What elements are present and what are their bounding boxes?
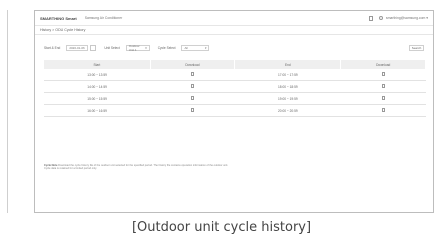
- end-time-cell: 19:00 ~ 19:59: [234, 92, 341, 105]
- figure-caption: [Outdoor unit cycle history]: [131, 220, 312, 235]
- period-label: Start & End: [44, 46, 61, 50]
- account-menu[interactable]: smarthing@samsung.com ▾: [378, 16, 428, 20]
- end-time-cell: 20:00 ~ 20:59: [234, 104, 341, 117]
- screenshot-frame: SMARTHING Smart Samsung Air Conditioner …: [34, 10, 434, 213]
- filter-bar: Start & End 2020-01-06 Unit Select Outdo…: [35, 41, 433, 55]
- search-button[interactable]: Search: [409, 45, 424, 51]
- download-cell[interactable]: [340, 104, 426, 117]
- download-file-icon[interactable]: [190, 96, 194, 100]
- brand-logo[interactable]: SMARTHING Smart: [40, 16, 77, 21]
- start-time-cell: 15:00 ~ 15:59: [44, 92, 151, 105]
- column-header: Download: [340, 60, 426, 69]
- top-bar: SMARTHING Smart Samsung Air Conditioner …: [35, 11, 433, 25]
- calendar-icon[interactable]: [90, 45, 97, 51]
- cycle-history-table: Start Download End Download 13:00 ~ 13:5…: [44, 60, 426, 117]
- download-cell[interactable]: [150, 80, 235, 93]
- end-time-cell: 17:00 ~ 17:59: [234, 69, 341, 81]
- start-time-cell: 13:00 ~ 13:59: [44, 69, 151, 81]
- download-cell[interactable]: [150, 69, 235, 81]
- download-cell[interactable]: [150, 92, 235, 105]
- download-cell[interactable]: [340, 92, 426, 105]
- download-cell[interactable]: [340, 69, 426, 81]
- column-header: Download: [150, 60, 236, 69]
- download-file-icon[interactable]: [381, 96, 385, 100]
- document-icon[interactable]: [368, 15, 373, 21]
- download-file-icon[interactable]: [190, 108, 194, 112]
- download-file-icon[interactable]: [190, 84, 194, 88]
- cycle-note: Cycle Note Download the cycle history fi…: [44, 164, 304, 171]
- chevron-down-icon: ▾: [204, 46, 207, 50]
- start-time-cell: 16:00 ~ 16:59: [44, 104, 151, 117]
- table-row: 14:00 ~ 14:59 18:00 ~ 18:59: [44, 80, 426, 93]
- table-row: 15:00 ~ 15:59 19:00 ~ 19:59: [44, 92, 426, 105]
- cycle-label: Cycle Select: [157, 46, 176, 50]
- column-header: End: [234, 60, 342, 69]
- cycle-select[interactable]: All ▾: [181, 45, 210, 51]
- download-file-icon[interactable]: [381, 72, 385, 76]
- start-time-cell: 14:00 ~ 14:59: [44, 80, 151, 93]
- table-row: 16:00 ~ 16:59 20:00 ~ 20:59: [44, 104, 426, 117]
- table-header-row: Start Download End Download: [44, 60, 426, 69]
- chevron-down-icon: ▾: [145, 46, 147, 50]
- note-line-2: Cycle data is retained for a limited per…: [44, 167, 98, 171]
- column-header: Start: [44, 60, 151, 69]
- date-field[interactable]: 2020-01-06: [66, 45, 89, 51]
- account-email: smarthing@samsung.com ▾: [385, 16, 428, 20]
- unit-select[interactable]: Outdoor Unit 1 ▾: [125, 44, 150, 52]
- download-cell[interactable]: [340, 80, 426, 93]
- download-file-icon[interactable]: [381, 84, 385, 88]
- download-file-icon[interactable]: [190, 72, 194, 76]
- unit-label: Unit Select: [104, 46, 120, 50]
- previous-page-edge: [0, 10, 8, 213]
- end-time-cell: 18:00 ~ 18:59: [234, 80, 341, 93]
- download-cell[interactable]: [150, 104, 235, 117]
- download-file-icon[interactable]: [381, 108, 385, 112]
- app-subtitle: Samsung Air Conditioner: [84, 16, 123, 20]
- breadcrumb: History > ODU Cycle History: [35, 25, 433, 35]
- user-icon: [378, 16, 383, 20]
- table-row: 13:00 ~ 13:59 17:00 ~ 17:59: [44, 69, 426, 81]
